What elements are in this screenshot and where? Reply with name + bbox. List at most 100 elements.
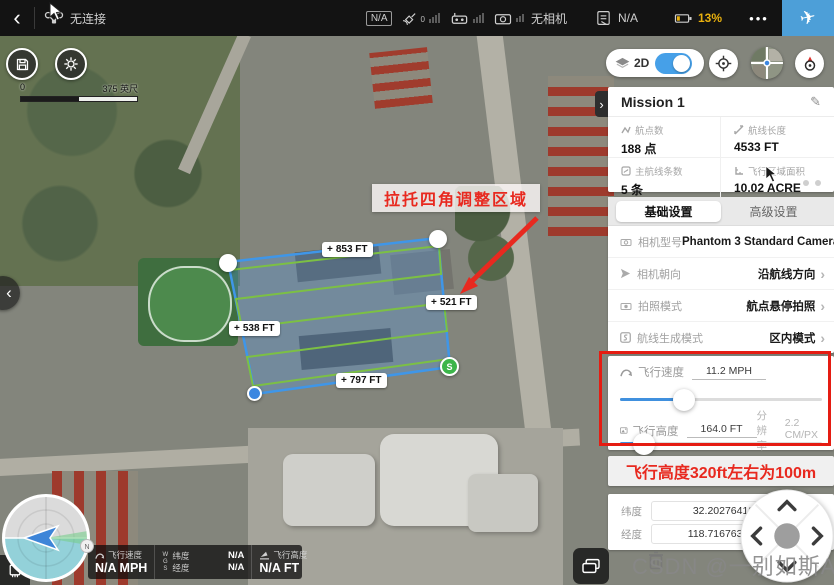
settings-card: 基础设置 高级设置 相机型号 Phantom 3 Standard Camera…: [608, 197, 834, 353]
altitude-slider[interactable]: [620, 442, 822, 445]
start-point-marker[interactable]: S: [440, 357, 459, 376]
camera-view-button[interactable]: [573, 548, 609, 584]
chevron-right-icon: ›: [820, 330, 825, 346]
task-status-label: N/A: [618, 11, 638, 25]
rc-signal-bars: [473, 13, 485, 23]
battery-percent: 13%: [698, 11, 722, 25]
chevron-left-icon: ‹: [6, 283, 12, 303]
altitude-ascend-icon: [259, 551, 270, 560]
toggle-knob: [673, 55, 690, 72]
altitude-icon: [620, 425, 628, 436]
photo-mode-icon: [620, 301, 632, 311]
direction-arrow-icon: [620, 268, 631, 279]
more-menu-button[interactable]: •••: [736, 11, 782, 26]
route-mode-icon: [620, 332, 631, 343]
battery-icon: [674, 11, 693, 26]
area-corner-handle-topright[interactable]: [429, 230, 447, 248]
telemetry-altitude: 飞行高度 N/A FT: [252, 545, 314, 579]
mode-badge: N/A: [366, 11, 393, 26]
layers-icon: [615, 57, 630, 70]
setting-camera-model[interactable]: 相机型号 Phantom 3 Standard Camera ›: [608, 226, 834, 257]
save-icon: [15, 57, 30, 72]
drag-handle-icon: +: [431, 297, 437, 308]
drag-handle-icon: +: [341, 375, 347, 386]
camera-icon: [620, 237, 632, 247]
resolution-value: 2.2 CM/PX: [781, 417, 822, 444]
north-label: N: [84, 544, 89, 551]
altitude-note-annotation: 飞行高度320ft左右为100m: [608, 456, 834, 486]
camera-signal-bars: [516, 14, 525, 22]
edit-mission-button[interactable]: ✎: [810, 94, 821, 110]
edge-length-label-right: +521 FT: [426, 295, 477, 310]
mission-summary-card: › Mission 1 ✎ 航点数 188 点 航线长度 4533 FT 主航线…: [608, 87, 834, 192]
edge-length-label-top: +853 FT: [322, 242, 373, 257]
gps-status[interactable]: 0: [401, 11, 440, 26]
map-2d-mode-control[interactable]: 2D: [606, 49, 704, 77]
checklist-icon: [595, 10, 612, 26]
setting-route-mode[interactable]: 航线生成模式 区内模式 ›: [608, 321, 834, 353]
wgs-label: WGS: [162, 552, 168, 573]
speed-icon: [620, 366, 633, 378]
edge-length-label-bottom: +797 FT: [336, 373, 387, 388]
tab-basic-settings[interactable]: 基础设置: [616, 201, 721, 222]
compass-icon: [801, 55, 819, 73]
takeoff-icon: ✈: [798, 5, 818, 31]
camera-status[interactable]: 无相机: [494, 10, 567, 27]
stat-main-lines: 主航线条数 5 条: [608, 158, 721, 199]
chevron-right-icon: ›: [820, 266, 825, 282]
altitude-slider-thumb[interactable]: [633, 433, 655, 455]
stat-route-length: 航线长度 4533 FT: [721, 117, 834, 158]
camera-stack-icon: [581, 558, 601, 574]
tab-advanced-settings[interactable]: 高级设置: [721, 201, 826, 222]
red-arrow-annotation: [470, 218, 537, 283]
compass-reset-button[interactable]: [795, 49, 824, 78]
altitude-value[interactable]: 164.0 FT: [687, 423, 757, 438]
route-length-icon: [734, 125, 744, 135]
minimap-icon: [751, 47, 783, 79]
crosshair-icon: [715, 55, 732, 72]
back-button[interactable]: ‹: [0, 0, 34, 36]
speed-slider-row: 飞行速度 11.2 MPH: [620, 364, 822, 380]
flight-params-card: 飞行速度 11.2 MPH 飞行高度 164.0 FT 分辨率 2.2 CM/P…: [608, 356, 834, 450]
drag-handle-icon: +: [234, 323, 240, 334]
task-status[interactable]: N/A: [595, 10, 638, 26]
battery-status[interactable]: 13%: [674, 11, 722, 26]
panel-collapse-button[interactable]: ›: [595, 91, 608, 117]
pagination-dots[interactable]: [803, 180, 821, 186]
satellite-icon: [401, 11, 418, 26]
area-corner-handle-topleft[interactable]: [219, 254, 237, 272]
setting-camera-heading[interactable]: 相机朝向 沿航线方向 ›: [608, 257, 834, 289]
tip-annotation: 拉托四角调整区域: [372, 184, 540, 212]
rc-status[interactable]: [450, 11, 485, 26]
speed-slider[interactable]: [620, 398, 822, 401]
mission-stats-grid: 航点数 188 点 航线长度 4533 FT 主航线条数 5 条 飞行区域面积 …: [608, 117, 834, 192]
gear-icon: [63, 56, 79, 72]
chevron-right-icon: ›: [599, 97, 603, 112]
chevron-right-icon: ›: [820, 298, 825, 314]
mission-settings-button[interactable]: [55, 48, 87, 80]
camera-icon: [494, 11, 512, 26]
minimap-toggle-button[interactable]: [751, 47, 783, 79]
locate-me-button[interactable]: [709, 49, 738, 78]
waypoints-icon: [621, 125, 631, 135]
camera-status-label: 无相机: [531, 10, 567, 27]
connection-status: 无连接: [70, 10, 106, 27]
speed-value[interactable]: 11.2 MPH: [692, 365, 766, 380]
attitude-compass-widget: N: [0, 490, 100, 585]
2d-toggle[interactable]: [655, 53, 692, 74]
mission-title: Mission 1: [621, 94, 685, 110]
area-corner-handle-bottomleft[interactable]: [247, 386, 262, 401]
gps-signal-bars: [429, 13, 441, 23]
edge-length-label-left: +538 FT: [229, 321, 280, 336]
main-lines-icon: [621, 166, 631, 176]
status-topbar: ‹ 无连接 N/A 0 无相机 N/A 13% ••• ✈: [0, 0, 834, 36]
takeoff-button[interactable]: ✈: [782, 0, 834, 36]
satellite-count: 0: [420, 15, 424, 24]
mission-panel: › Mission 1 ✎ 航点数 188 点 航线长度 4533 FT 主航线…: [608, 87, 834, 550]
telemetry-bar: 飞行速度 N/A MPH WGS 纬度N/A 经度N/A 飞行高度 N/A FT: [88, 545, 302, 579]
save-mission-button[interactable]: [6, 48, 38, 80]
settings-tabs: 基础设置 高级设置: [608, 197, 834, 226]
dpad-center-button[interactable]: [774, 523, 799, 548]
setting-photo-mode[interactable]: 拍照模式 航点悬停拍照 ›: [608, 289, 834, 321]
mouse-cursor-white: [48, 2, 63, 21]
